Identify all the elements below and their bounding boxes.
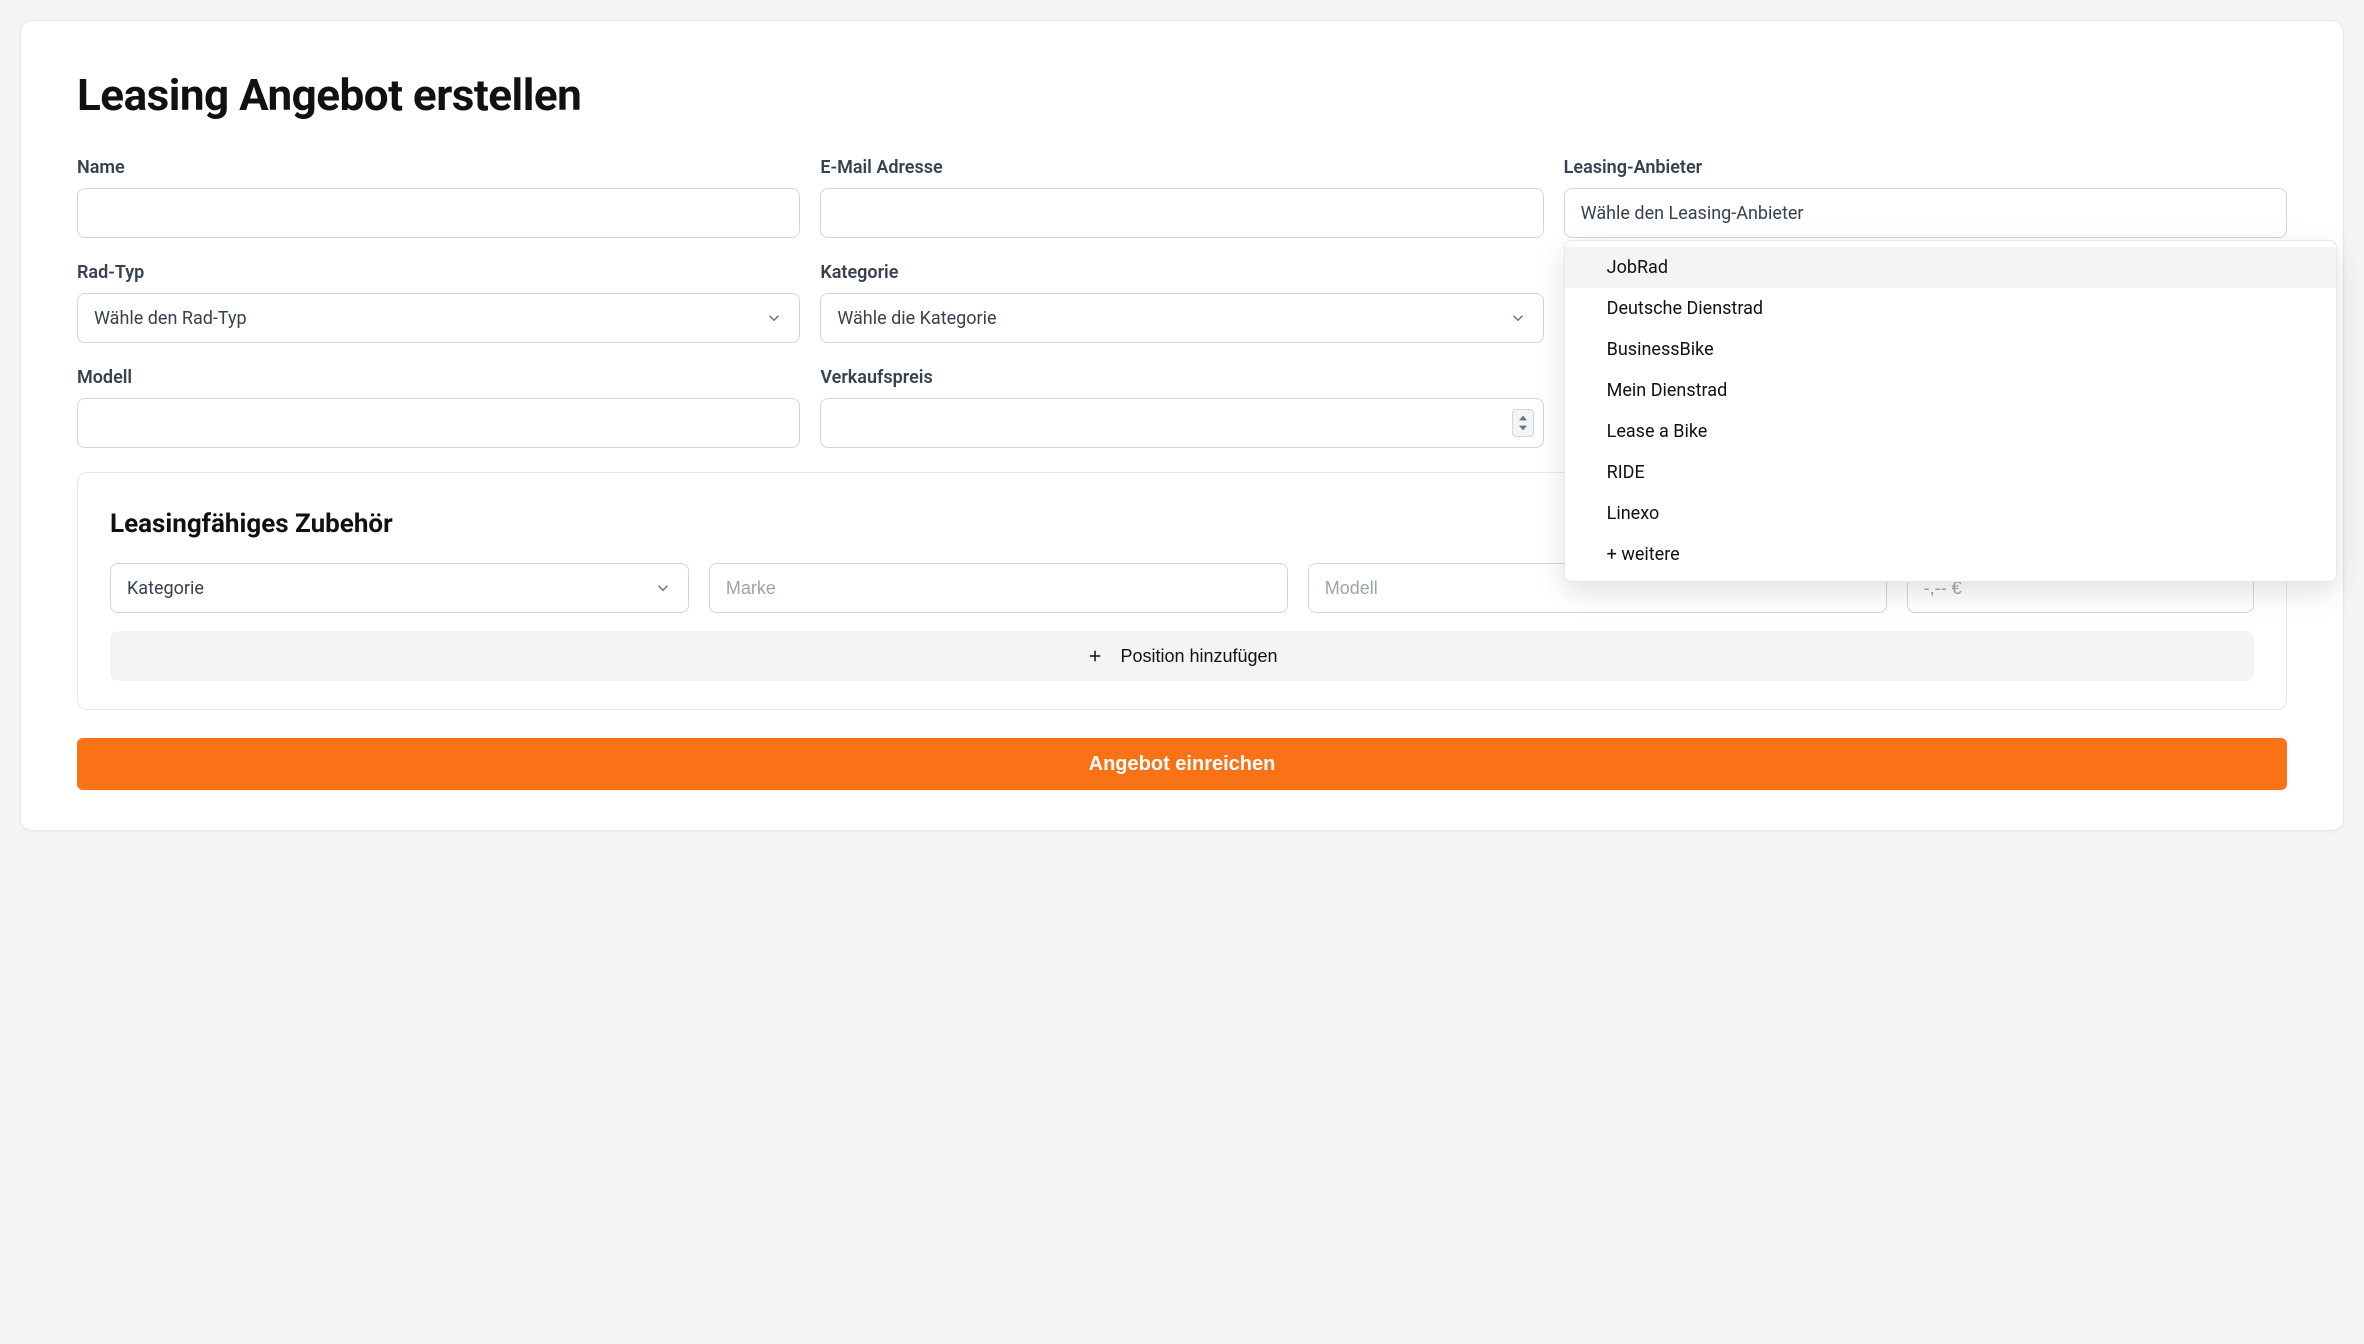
category-select-text: Wähle die Kategorie	[837, 308, 996, 329]
email-label: E-Mail Adresse	[820, 157, 1543, 178]
accessory-category-select[interactable]: Kategorie	[110, 563, 689, 613]
name-group: Name	[77, 157, 800, 238]
spinner-down[interactable]	[1518, 423, 1528, 433]
category-select[interactable]: Wähle die Kategorie	[820, 293, 1543, 343]
provider-option-linexo[interactable]: Linexo	[1565, 493, 2336, 534]
name-label: Name	[77, 157, 800, 178]
chevron-down-icon	[1519, 425, 1527, 431]
form-card: Leasing Angebot erstellen Name E-Mail Ad…	[20, 20, 2344, 831]
provider-option-mein-dienstrad[interactable]: Mein Dienstrad	[1565, 370, 2336, 411]
chevron-down-icon	[654, 579, 672, 597]
price-input[interactable]	[820, 398, 1543, 448]
bike-type-group: Rad-Typ Wähle den Rad-Typ	[77, 262, 800, 343]
provider-select[interactable]: Wähle den Leasing-Anbieter	[1564, 188, 2287, 238]
add-position-button[interactable]: Position hinzufügen	[110, 631, 2254, 681]
provider-option-lease-a-bike[interactable]: Lease a Bike	[1565, 411, 2336, 452]
bike-type-select[interactable]: Wähle den Rad-Typ	[77, 293, 800, 343]
plus-icon	[1086, 647, 1104, 665]
add-position-label: Position hinzufügen	[1120, 646, 1277, 667]
provider-select-text: Wähle den Leasing-Anbieter	[1581, 203, 1804, 224]
provider-dropdown: JobRad Deutsche Dienstrad BusinessBike M…	[1564, 240, 2337, 582]
accessory-category-text: Kategorie	[127, 578, 204, 599]
email-group: E-Mail Adresse	[820, 157, 1543, 238]
submit-button[interactable]: Angebot einreichen	[77, 738, 2287, 790]
model-label: Modell	[77, 367, 800, 388]
provider-option-weitere[interactable]: + weitere	[1565, 534, 2336, 575]
name-input[interactable]	[77, 188, 800, 238]
provider-option-deutsche-dienstrad[interactable]: Deutsche Dienstrad	[1565, 288, 2336, 329]
provider-option-jobrad[interactable]: JobRad	[1565, 247, 2336, 288]
bike-type-select-text: Wähle den Rad-Typ	[94, 308, 247, 329]
category-group: Kategorie Wähle die Kategorie	[820, 262, 1543, 343]
model-input[interactable]	[77, 398, 800, 448]
page-title: Leasing Angebot erstellen	[77, 69, 2287, 121]
price-group: Verkaufspreis	[820, 367, 1543, 448]
email-input[interactable]	[820, 188, 1543, 238]
price-spinner	[1512, 409, 1534, 437]
provider-group: Leasing-Anbieter Wähle den Leasing-Anbie…	[1564, 157, 2287, 238]
price-input-wrapper	[820, 398, 1543, 448]
form-row-1: Name E-Mail Adresse Leasing-Anbieter Wäh…	[77, 157, 2287, 238]
category-label: Kategorie	[820, 262, 1543, 283]
chevron-down-icon	[1509, 309, 1527, 327]
chevron-up-icon	[1519, 415, 1527, 421]
bike-type-label: Rad-Typ	[77, 262, 800, 283]
spinner-up[interactable]	[1518, 413, 1528, 423]
model-group: Modell	[77, 367, 800, 448]
provider-option-businessbike[interactable]: BusinessBike	[1565, 329, 2336, 370]
accessory-brand-input[interactable]	[709, 563, 1288, 613]
chevron-down-icon	[765, 309, 783, 327]
price-label: Verkaufspreis	[820, 367, 1543, 388]
provider-option-ride[interactable]: RIDE	[1565, 452, 2336, 493]
provider-label: Leasing-Anbieter	[1564, 157, 2287, 178]
